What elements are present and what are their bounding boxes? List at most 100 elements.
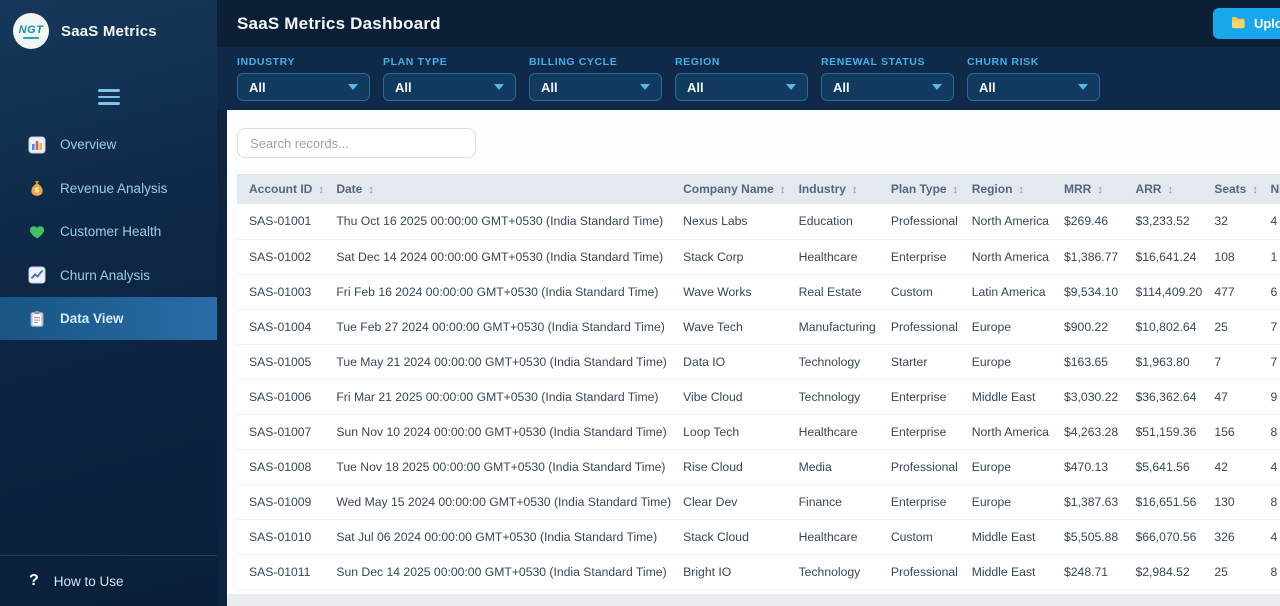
cell-region: Europe [959,449,1052,485]
cell-date: Sat Dec 14 2024 00:00:00 GMT+0530 (India… [324,239,672,275]
horizontal-scrollbar[interactable] [227,594,1280,606]
sidebar-item-churn-analysis[interactable]: Churn Analysis [0,253,217,297]
filter-bar: INDUSTRY All PLAN TYPE All BILLING CYCLE All R… [217,47,1280,110]
column-header-arr[interactable]: ARR ↕ [1123,174,1203,204]
cell-seats: 32 [1202,204,1259,240]
sort-updown-icon: ↕ [318,184,324,196]
cell-date: Thu Oct 16 2025 00:00:00 GMT+0530 (India… [324,204,672,240]
cell-region: Europe [959,309,1052,345]
filter-churn-risk: CHURN RISK All [967,56,1100,110]
cell-industry: Finance [786,484,879,520]
sidebar-nav: Overview $ Revenue Analysis Customer Health… [0,123,217,341]
sidebar-item-data-view[interactable]: Data View [0,296,217,341]
cell-mrr: $3,030.22 [1051,379,1124,415]
cell-arr: $16,641.24 [1123,239,1203,275]
cell-plan-type: Enterprise [878,484,960,520]
column-header-industry[interactable]: Industry ↕ [786,174,879,204]
sidebar-item-customer-health[interactable]: Customer Health [0,210,217,254]
table-row: SAS-01007 Sun Nov 10 2024 00:00:00 GMT+05… [237,414,1280,450]
sidebar: NGT SaaS Metrics Overview $ Revenue Analys… [0,0,217,606]
sidebar-item-label: Revenue Analysis [60,180,168,196]
filter-renewal-status-select[interactable]: All [821,73,954,101]
filter-renewal-status: RENEWAL STATUS All [821,56,954,110]
column-header-label: Industry [798,182,846,196]
cell-industry: Healthcare [786,414,879,450]
cell-company-name: Wave Works [671,274,787,310]
upload-button-label: Upload [1253,16,1280,31]
filter-industry-select[interactable]: All [237,73,370,101]
cell-nps: 8 [1258,484,1280,520]
cell-company-name: Stack Cloud [671,519,787,555]
cell-plan-type: Starter [878,344,960,380]
cell-plan-type: Professional [878,449,960,485]
hamburger-icon [97,89,120,92]
sidebar-item-how-to-use[interactable]: ? How to Use [0,555,217,606]
sort-updown-icon: ↕ [1097,184,1103,196]
data-table-container: Account ID ↕ Date ↕ Company Name ↕ Industry ↕ Pl… [237,174,1280,594]
column-header-nps[interactable]: NPS↕ [1258,174,1280,204]
chevron-down-icon [786,84,796,90]
column-header-mrr[interactable]: MRR ↕ [1051,174,1124,204]
cell-region: Europe [959,344,1052,380]
column-header-label: Plan Type [890,182,947,196]
column-header-seats[interactable]: Seats ↕ [1202,174,1259,204]
cell-account-id: SAS-01008 [237,449,325,485]
cell-seats: 130 [1202,484,1259,520]
clipboard-icon [27,309,46,328]
cell-mrr: $470.13 [1051,449,1124,485]
column-header-label: Account ID [249,182,313,196]
content-panel: Account ID↕Date↕Company Name↕Industry↕Pl… [227,110,1280,606]
filter-plan-type-select[interactable]: All [383,73,516,101]
brand-name: SaaS Metrics [61,22,157,40]
sort-updown-icon: ↕ [851,184,858,196]
column-header-company-name[interactable]: Company Name ↕ [671,174,787,204]
sidebar-item-overview[interactable]: Overview [0,123,217,167]
column-header-date[interactable]: Date ↕ [324,174,672,204]
cell-date: Wed May 15 2024 00:00:00 GMT+0530 (India… [324,484,672,520]
cell-plan-type: Professional [878,554,960,590]
sidebar-item-revenue-analysis[interactable]: $ Revenue Analysis [0,166,217,210]
cell-plan-type: Enterprise [878,379,960,415]
column-header-account-id[interactable]: Account ID ↕ [237,174,325,204]
cell-mrr: $1,387.63 [1051,484,1124,520]
cell-industry: Technology [786,344,879,380]
cell-arr: $66,070.56 [1123,519,1203,555]
cell-seats: 108 [1202,239,1259,275]
cell-arr: $16,651.56 [1123,484,1203,520]
upload-button[interactable]: Upload [1212,8,1280,39]
sort-updown-icon: ↕ [1252,184,1258,196]
filter-selected-value: All [249,79,266,95]
filter-churn-risk-select[interactable]: All [967,73,1100,101]
cell-region: Middle East [959,554,1052,590]
cell-arr: $1,963.80 [1123,344,1203,380]
filter-label: PLAN TYPE [383,56,448,68]
search-input[interactable] [237,128,476,158]
filter-label: RENEWAL STATUS [821,56,926,68]
chevron-down-icon [348,84,358,90]
top-header: SaaS Metrics Dashboard Upload [217,0,1280,47]
data-table: Account ID ↕ Date ↕ Company Name ↕ Industry ↕ Pl… [237,174,1280,590]
cell-nps: 8 [1258,414,1280,450]
menu-toggle-button[interactable] [96,85,122,109]
green-heart-icon [27,222,46,241]
column-header-region[interactable]: Region ↕ [959,174,1052,204]
filter-region: REGION All [675,56,808,110]
cell-industry: Healthcare [786,519,879,555]
cell-plan-type: Custom [878,519,960,555]
cell-mrr: $5,505.88 [1051,519,1124,555]
sidebar-footer-label: How to Use [53,573,124,589]
cell-seats: 47 [1202,379,1259,415]
filter-billing-cycle-select[interactable]: All [529,73,662,101]
filter-region-select[interactable]: All [675,73,808,101]
cell-account-id: SAS-01004 [237,309,325,345]
chevron-down-icon [1078,84,1088,90]
column-header-plan-type[interactable]: Plan Type ↕ [878,174,960,204]
cell-nps: 4 [1258,449,1280,485]
cell-company-name: Wave Tech [671,309,787,345]
filter-selected-value: All [395,79,412,95]
filter-label: BILLING CYCLE [529,56,618,68]
table-header-row: Account ID ↕ Date ↕ Company Name ↕ Industry ↕ Pl… [237,174,1280,204]
table-row: SAS-01004 Tue Feb 27 2024 00:00:00 GMT+05… [237,309,1280,345]
filter-selected-value: All [979,79,996,95]
bar-chart-icon [27,135,46,154]
